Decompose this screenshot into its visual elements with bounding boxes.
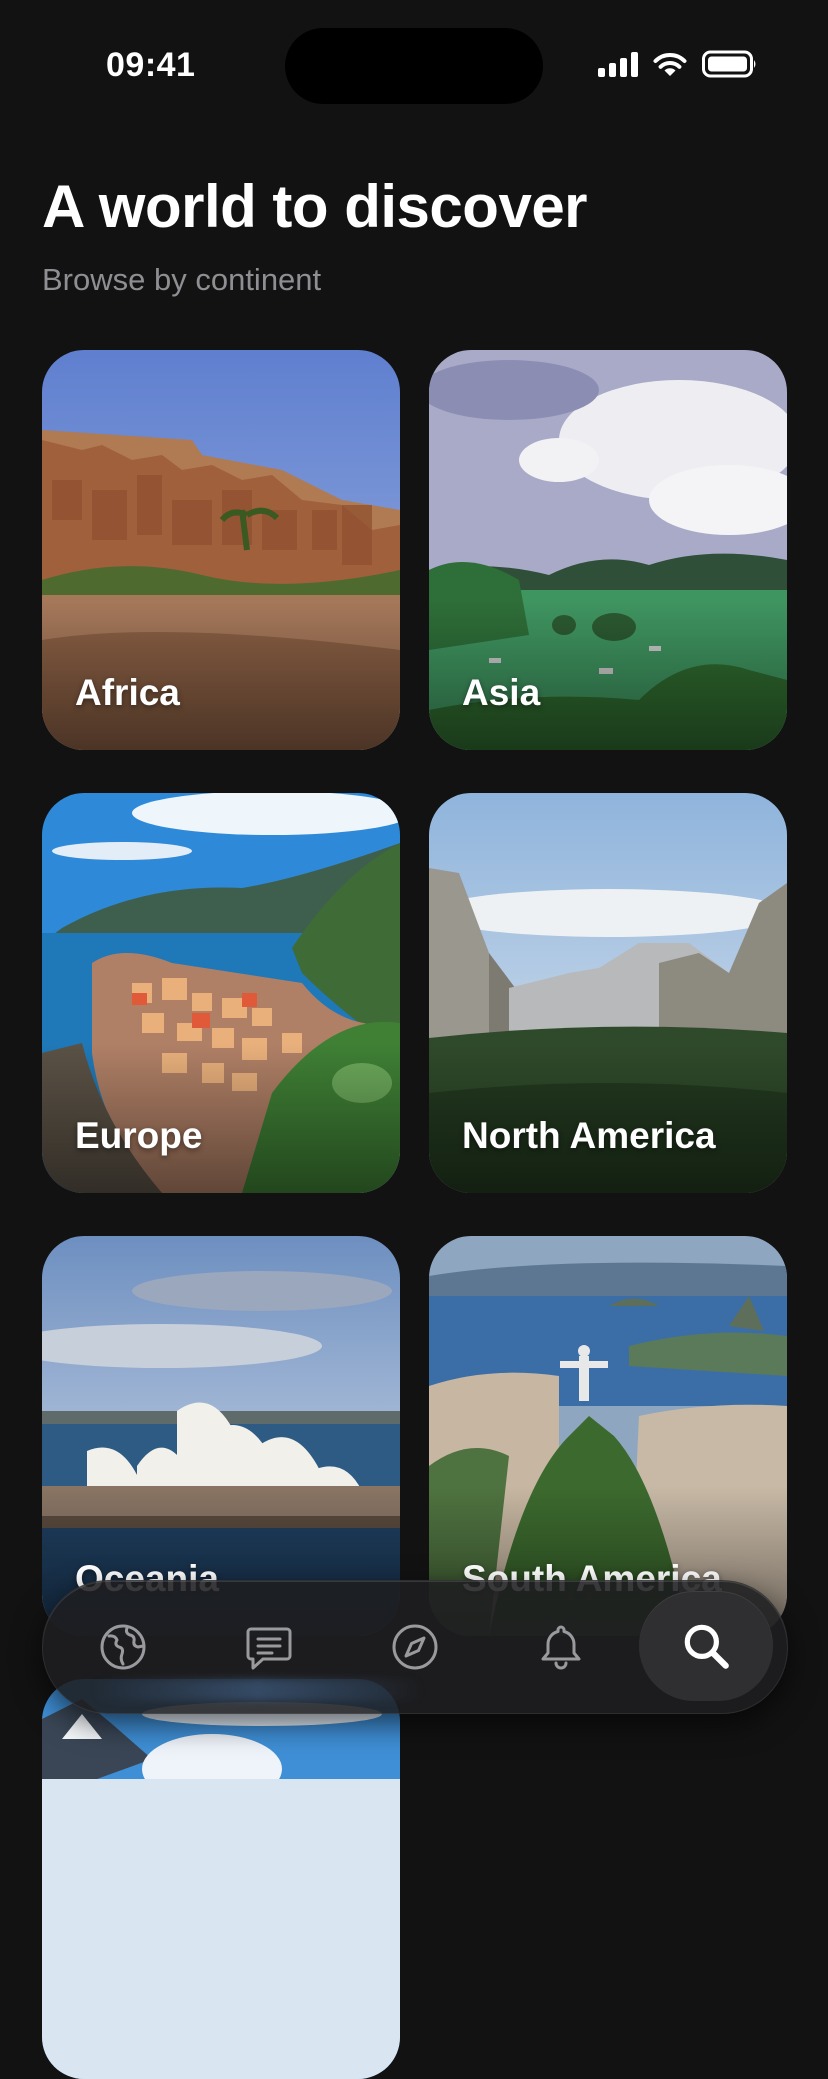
bell-icon [541,1625,581,1670]
status-time: 09:41 [106,46,196,84]
wifi-icon [653,53,687,76]
tab-search[interactable] [639,1591,773,1701]
continent-card-partial[interactable] [42,1679,400,2079]
continent-card-asia[interactable]: Asia [429,350,787,750]
continent-label: North America [462,1115,716,1156]
status-bar: 09:41 [0,0,828,130]
continent-label: Europe [75,1115,203,1156]
page-subtitle: Browse by continent [42,262,322,297]
continent-card-north-america[interactable]: North America [429,793,787,1193]
signal-icon [598,51,638,77]
tab-explore[interactable] [77,1601,169,1693]
continent-image-snowy-mountains [42,1679,400,2079]
continent-card-oceania[interactable]: Oceania [42,1236,400,1636]
continent-card-africa[interactable]: Africa [42,350,400,750]
continent-card-south-america[interactable]: South America [429,1236,787,1636]
continent-label: Africa [75,672,180,713]
compass-icon [392,1624,438,1670]
continent-card-europe[interactable]: Europe [42,793,400,1193]
page-title: A world to discover [42,173,588,240]
chat-icon [246,1627,292,1670]
globe-icon [100,1624,146,1670]
battery-icon [702,50,756,78]
tab-bar [42,1580,788,1714]
continent-label: Asia [462,672,541,713]
tab-discover[interactable] [369,1601,461,1693]
status-icons [598,50,758,78]
tab-messages[interactable] [223,1601,315,1693]
tab-notifications[interactable] [515,1601,607,1693]
dynamic-island [285,28,543,104]
search-icon [684,1624,729,1669]
